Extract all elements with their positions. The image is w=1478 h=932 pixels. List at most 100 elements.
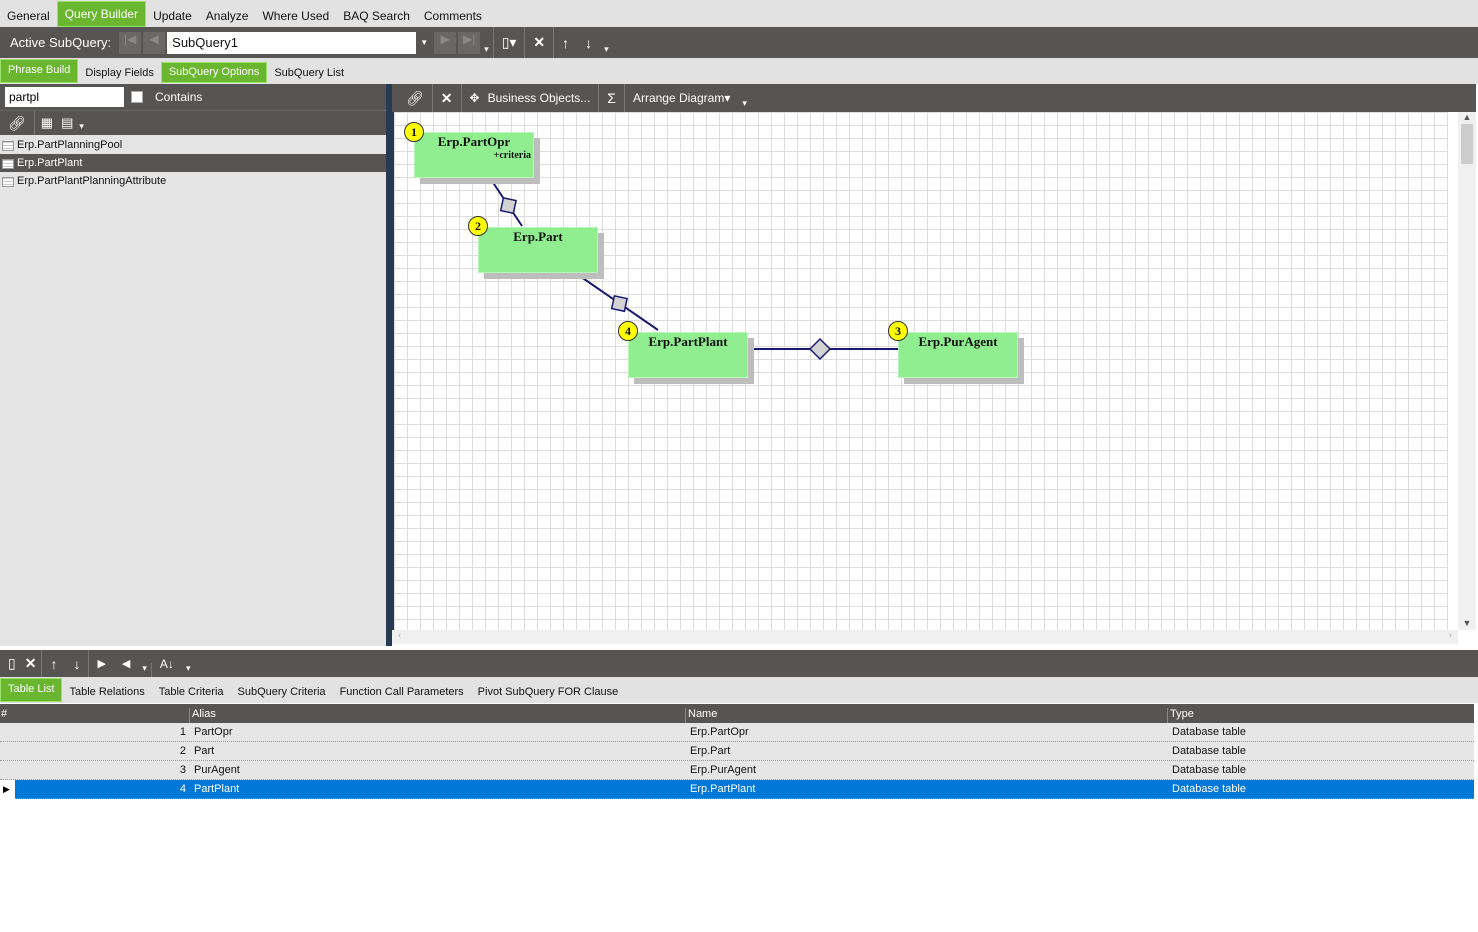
- table-row[interactable]: 3 PurAgent Erp.PurAgent Database table: [0, 761, 1474, 780]
- main-tabs: General Query Builder Update Analyze Whe…: [0, 0, 1478, 27]
- table-node-part[interactable]: Erp.Part: [478, 227, 598, 273]
- overflow-icon[interactable]: ▾: [182, 663, 195, 677]
- node-number-badge: 1: [404, 122, 424, 142]
- subquery-tabs: Phrase Build Display Fields SubQuery Opt…: [0, 58, 1478, 84]
- arrange-diagram-label: Arrange Diagram: [632, 91, 725, 105]
- column-header-number[interactable]: #: [1, 708, 7, 720]
- cell-name: Erp.PurAgent: [690, 764, 757, 776]
- table-node-partplant[interactable]: Erp.PartPlant: [628, 332, 748, 378]
- delete-icon[interactable]: ✕: [525, 27, 555, 58]
- column-header-type[interactable]: Type: [1167, 708, 1194, 723]
- tab-table-relations[interactable]: Table Relations: [62, 680, 151, 700]
- list-item[interactable]: Erp.PartPlanningPool: [0, 136, 386, 154]
- tab-subquery-options[interactable]: SubQuery Options: [160, 62, 268, 83]
- table-row[interactable]: 2 Part Erp.Part Database table: [0, 742, 1474, 761]
- tab-analyze[interactable]: Analyze: [199, 3, 256, 25]
- overflow-icon[interactable]: ▾: [138, 663, 152, 677]
- cell-number: 3: [179, 764, 186, 776]
- table-node-puragent[interactable]: Erp.PurAgent: [898, 332, 1018, 378]
- relation-join-icon: [499, 196, 517, 215]
- cell-type: Database table: [1172, 726, 1246, 738]
- tab-comments[interactable]: Comments: [417, 3, 489, 25]
- table-row-selected[interactable]: ▶ 4 PartPlant Erp.PartPlant Database table: [0, 780, 1474, 799]
- node-title: Erp.Part: [513, 229, 563, 244]
- column-header-name[interactable]: Name: [685, 708, 717, 723]
- link-icon[interactable]: 🔗︎: [0, 111, 35, 135]
- scrollbar-thumb[interactable]: [1461, 124, 1473, 164]
- cell-type: Database table: [1172, 783, 1246, 795]
- move-down-icon[interactable]: ↓: [65, 650, 90, 677]
- cell-number: 4: [179, 783, 186, 795]
- node-title: Erp.PartOpr: [437, 134, 511, 149]
- node-number-badge: 3: [888, 321, 908, 341]
- relation-join-icon: [808, 337, 832, 361]
- business-objects-icon: ✥: [469, 91, 480, 105]
- table-tabs: Table List Table Relations Table Criteri…: [0, 677, 1478, 703]
- cell-alias: PartOpr: [194, 726, 233, 738]
- cell-type: Database table: [1172, 764, 1246, 776]
- overflow-icon[interactable]: ▾: [480, 44, 493, 58]
- node-criteria: +criteria: [493, 150, 531, 161]
- calculator-icon[interactable]: ▤: [59, 115, 75, 131]
- move-down-icon[interactable]: ↓: [577, 27, 600, 58]
- row-indicator-icon: ▶: [0, 780, 15, 799]
- tab-display-fields[interactable]: Display Fields: [78, 61, 160, 81]
- tab-pivot-subquery[interactable]: Pivot SubQuery FOR Clause: [471, 680, 626, 700]
- grid-icon[interactable]: ▦: [35, 115, 59, 131]
- right-icon[interactable]: ▶: [89, 650, 113, 677]
- new-icon[interactable]: ▯: [4, 650, 20, 677]
- tab-update[interactable]: Update: [146, 3, 199, 25]
- table-row[interactable]: 1 PartOpr Erp.PartOpr Database table: [0, 723, 1474, 742]
- tab-general[interactable]: General: [0, 3, 57, 25]
- table-node-partopr[interactable]: Erp.PartOpr +criteria: [414, 132, 534, 178]
- overflow-icon[interactable]: ▾: [600, 44, 613, 58]
- overflow-icon[interactable]: ▾: [75, 121, 88, 135]
- tab-baq-search[interactable]: BAQ Search: [336, 3, 417, 25]
- tab-where-used[interactable]: Where Used: [255, 3, 336, 25]
- move-up-icon[interactable]: ↑: [554, 27, 577, 58]
- business-objects-button[interactable]: ✥ Business Objects...: [462, 84, 600, 112]
- tab-subquery-list[interactable]: SubQuery List: [267, 61, 351, 81]
- table-search-input[interactable]: [5, 87, 124, 107]
- tab-table-list[interactable]: Table List: [0, 678, 63, 702]
- vertical-scrollbar[interactable]: ▲ ▼: [1458, 112, 1476, 630]
- delete-icon[interactable]: ✕: [433, 84, 462, 112]
- last-button[interactable]: ▶|: [458, 31, 481, 54]
- sort-az-icon[interactable]: A↓: [152, 650, 182, 677]
- horizontal-scrollbar[interactable]: ‹ ›: [392, 630, 1458, 644]
- first-button[interactable]: |◀: [119, 31, 142, 54]
- tab-phrase-build[interactable]: Phrase Build: [0, 59, 79, 83]
- cell-number: 1: [179, 726, 186, 738]
- node-number-badge: 4: [618, 321, 638, 341]
- cell-name: Erp.PartPlant: [690, 783, 756, 795]
- column-header-alias[interactable]: Alias: [189, 708, 216, 723]
- diagram-canvas[interactable]: Erp.PartOpr +criteria 1 Erp.Part 2 Erp.Pa…: [392, 112, 1448, 630]
- cell-type: Database table: [1172, 745, 1246, 757]
- grid-header: # Alias Name Type: [0, 704, 1474, 723]
- link-icon[interactable]: 🔗︎: [398, 84, 433, 112]
- list-item[interactable]: Erp.PartPlant: [0, 154, 386, 172]
- cell-alias: PartPlant: [194, 783, 240, 795]
- tab-query-builder[interactable]: Query Builder: [56, 0, 147, 27]
- sum-button[interactable]: Σ: [599, 84, 625, 112]
- move-up-icon[interactable]: ↑: [42, 650, 65, 677]
- subquery-select[interactable]: SubQuery1 ▼: [167, 31, 433, 54]
- node-title: Erp.PartPlant: [648, 334, 728, 349]
- contains-checkbox[interactable]: [131, 91, 143, 103]
- delete-icon[interactable]: ✕: [20, 650, 43, 677]
- cell-alias: PurAgent: [194, 764, 240, 776]
- relation-join-icon: [610, 294, 628, 313]
- tab-function-call-parameters[interactable]: Function Call Parameters: [333, 680, 471, 700]
- tab-subquery-criteria[interactable]: SubQuery Criteria: [231, 680, 333, 700]
- tab-table-criteria[interactable]: Table Criteria: [152, 680, 231, 700]
- left-icon[interactable]: ◀: [114, 650, 138, 677]
- prev-button[interactable]: ◀: [143, 31, 166, 54]
- table-list-toolbar: ▯ ✕ ↑ ↓ ▶ ◀ ▾ A↓ ▾: [0, 650, 1478, 677]
- overflow-icon[interactable]: ▾: [738, 98, 751, 112]
- subquery-value: SubQuery1: [172, 34, 238, 50]
- new-document-icon[interactable]: ▯▾: [492, 27, 526, 58]
- list-item[interactable]: Erp.PartPlantPlanningAttribute: [0, 172, 386, 190]
- arrange-diagram-button[interactable]: Arrange Diagram ▾: [625, 84, 738, 112]
- next-button[interactable]: ▶: [434, 31, 457, 54]
- cell-name: Erp.Part: [690, 745, 731, 757]
